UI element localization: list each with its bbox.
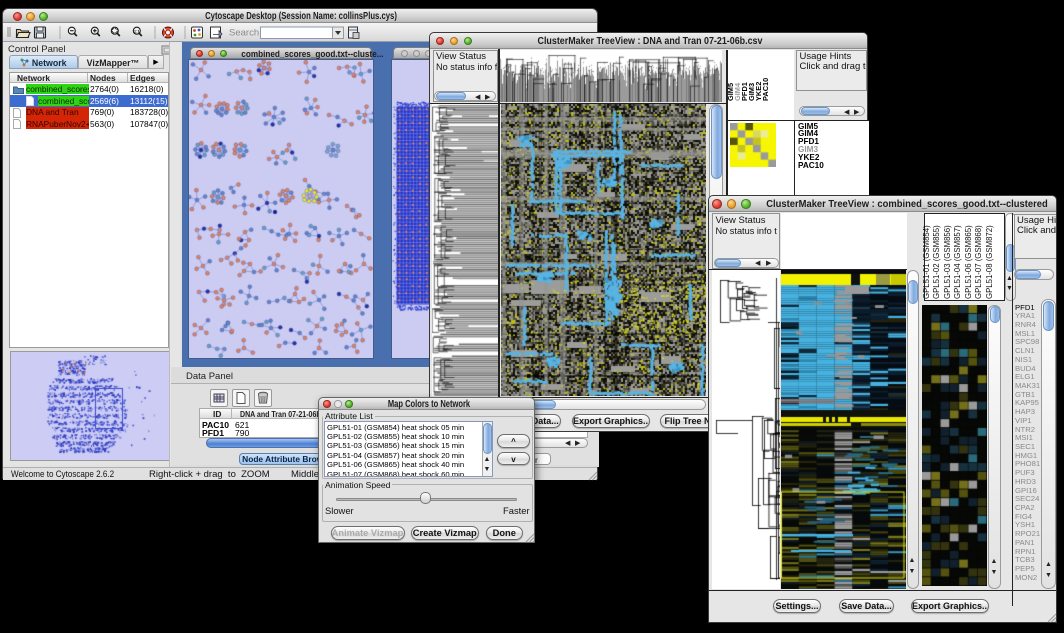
- svg-text:1:1: 1:1: [134, 29, 141, 34]
- svg-text:Search:: Search:: [229, 28, 262, 39]
